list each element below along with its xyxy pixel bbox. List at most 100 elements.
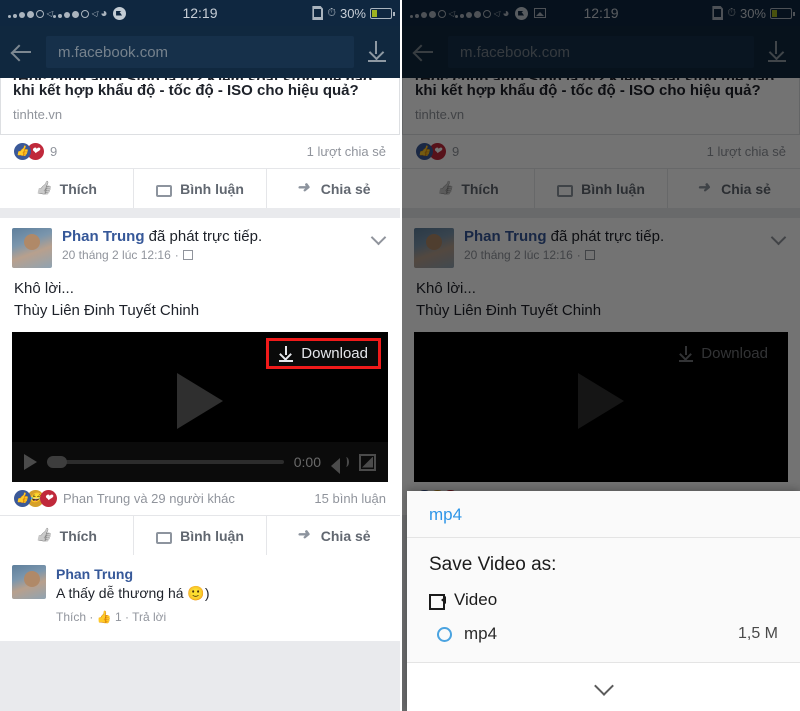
url-text: m.facebook.com: [58, 43, 169, 61]
thumbs-up-icon: [437, 181, 453, 197]
panel-left: ◁ ◁ ◕ 12:19 ⏱ 30% m.facebook.com khi kết…: [0, 0, 400, 711]
sheet-option-row[interactable]: mp4 1,5 M: [407, 616, 800, 663]
sheet-collapse-bar[interactable]: [407, 663, 800, 711]
comment-reply-label[interactable]: Trả lời: [132, 610, 166, 624]
toolbar-download-icon[interactable]: [764, 39, 790, 65]
avatar[interactable]: [12, 565, 46, 599]
post-action-text: đã phát trực tiếp.: [550, 228, 665, 245]
video-time: 0:00: [293, 454, 321, 470]
play-icon[interactable]: [177, 373, 223, 429]
post-text-line1: Khô lời...: [14, 280, 74, 297]
sheet-option-label: mp4: [464, 624, 498, 643]
comment-like-count: 1: [114, 610, 122, 624]
link-headline: [Học chụp ảnh] Stop là gì? Kiểm soát sto…: [13, 71, 387, 102]
share-button-label: Chia sẻ: [320, 180, 371, 197]
like-button: Thích: [402, 169, 535, 208]
comment-body: Phan Trung A thấy dễ thương há 🙂) Thích …: [56, 565, 210, 627]
like-button-label: Thích: [59, 527, 97, 544]
seek-handle[interactable]: [47, 456, 67, 468]
reaction-icons[interactable]: 👍 😂 ❤: [14, 490, 57, 507]
comment-actions: Thích · 👍 1 · Trả lời: [56, 610, 167, 624]
url-text: m.facebook.com: [460, 43, 571, 61]
comment-like-label[interactable]: Thích: [56, 610, 86, 624]
status-bar: ◁ ◁ ◕ 12:19 ⏱ 30%: [402, 0, 800, 26]
volume-icon[interactable]: [331, 454, 349, 474]
browser-toolbar: m.facebook.com: [402, 26, 800, 78]
share-button[interactable]: Chia sẻ: [267, 169, 400, 208]
action-bar: Thích Bình luận Chia sẻ: [0, 168, 400, 208]
battery-icon: [370, 7, 395, 19]
share-button-label: Chia sẻ: [320, 527, 371, 544]
share-count: 1 lượt chia sẻ: [306, 144, 386, 159]
play-icon: [578, 373, 624, 429]
share-button[interactable]: Chia sẻ: [267, 516, 400, 555]
link-preview[interactable]: [Học chụp ảnh] Stop là gì? Kiểm soát sto…: [0, 71, 400, 135]
back-arrow-icon[interactable]: [412, 39, 438, 65]
comment-bubble-icon: [156, 184, 173, 197]
friends-icon: [182, 250, 193, 260]
feed-divider: [0, 208, 400, 218]
link-headline: [Học chụp ảnh] Stop là gì? Kiểm soát sto…: [415, 71, 787, 102]
alarm-icon: ⏱: [727, 6, 736, 19]
post-menu-chevron-down-icon[interactable]: [370, 228, 388, 246]
comment-item: Phan Trung A thấy dễ thương há 🙂) Thích …: [0, 555, 400, 641]
post-header-meta: Phan Trung đã phát trực tiếp. 20 tháng 2…: [52, 228, 370, 262]
comment-bubble-icon: [557, 184, 574, 197]
comment-button-label: Bình luận: [581, 180, 645, 197]
url-bar[interactable]: m.facebook.com: [448, 36, 754, 68]
like-button[interactable]: Thích: [0, 516, 134, 555]
like-reaction-icon: 👍: [14, 490, 31, 507]
comment-button: Bình luận: [535, 169, 668, 208]
thumbs-up-icon: [36, 528, 52, 544]
comments-count[interactable]: 15 bình luận: [314, 491, 386, 506]
status-bar-right-icons: ⏱ 30%: [312, 6, 395, 21]
reaction-icons[interactable]: 👍 ❤: [14, 143, 44, 160]
comment-author[interactable]: Phan Trung: [56, 565, 210, 584]
alarm-icon: ⏱: [327, 6, 336, 19]
post-header: Phan Trung đã phát trực tiếp. 20 tháng 2…: [0, 218, 400, 272]
sheet-option-size: 1,5 M: [737, 625, 778, 642]
link-headline-line2: khi kết hợp khẩu độ - tốc độ - ISO cho h…: [13, 82, 359, 99]
download-icon: [679, 345, 694, 362]
comment-button[interactable]: Bình luận: [134, 169, 268, 208]
video-download-button[interactable]: Download: [266, 338, 381, 369]
friends-icon: [584, 250, 595, 260]
radio-button-icon[interactable]: [437, 626, 452, 642]
comment-button[interactable]: Bình luận: [134, 516, 268, 555]
post-action-text: đã phát trực tiếp.: [148, 228, 263, 245]
comment-button-label: Bình luận: [180, 527, 244, 544]
post-author-name: Phan Trung: [464, 228, 547, 245]
fullscreen-icon[interactable]: [359, 453, 376, 471]
link-headline-line2: khi kết hợp khẩu độ - tốc độ - ISO cho h…: [415, 82, 761, 99]
avatar: [414, 228, 454, 268]
share-arrow-icon: [697, 178, 713, 197]
post-menu-chevron-down-icon: [770, 228, 788, 246]
like-button[interactable]: Thích: [0, 169, 134, 208]
reactions-text: Phan Trung và 29 người khác: [63, 491, 235, 506]
seek-bar[interactable]: [47, 456, 284, 468]
post-text-line1: Khô lời...: [416, 280, 476, 297]
like-button-label: Thích: [59, 180, 97, 197]
url-bar[interactable]: m.facebook.com: [46, 36, 354, 68]
avatar[interactable]: [12, 228, 52, 268]
post-author-name[interactable]: Phan Trung: [62, 228, 145, 245]
video-post-card: Phan Trung đã phát trực tiếp. 20 tháng 2…: [402, 218, 800, 515]
reaction-icons: 👍 ❤: [416, 143, 446, 160]
post-text-line2: Thùy Liên Đinh Tuyết Chinh: [416, 302, 602, 319]
toolbar-download-icon[interactable]: [364, 39, 390, 65]
post-header-meta: Phan Trung đã phát trực tiếp. 20 tháng 2…: [454, 228, 770, 262]
control-play-icon[interactable]: [24, 454, 37, 470]
chevron-down-icon[interactable]: [593, 676, 615, 698]
post-text-line2: Thùy Liên Đinh Tuyết Chinh: [14, 302, 200, 319]
thumbs-up-icon: [36, 181, 52, 197]
save-video-bottom-sheet: mp4 Save Video as: Video mp4 1,5 M: [407, 491, 800, 711]
reaction-count: 9: [50, 144, 58, 159]
link-domain: tinhte.vn: [13, 107, 63, 122]
video-download-button: Download: [669, 341, 778, 366]
video-player[interactable]: Download 0:00: [12, 332, 388, 482]
share-arrow-icon: [297, 525, 313, 544]
post-header: Phan Trung đã phát trực tiếp. 20 tháng 2…: [402, 218, 800, 272]
back-arrow-icon[interactable]: [10, 39, 36, 65]
action-bar: Thích Bình luận Chia sẻ: [0, 515, 400, 555]
screenshot-stage: ◁ ◁ ◕ 12:19 ⏱ 30% m.facebook.com khi kết…: [0, 0, 800, 711]
